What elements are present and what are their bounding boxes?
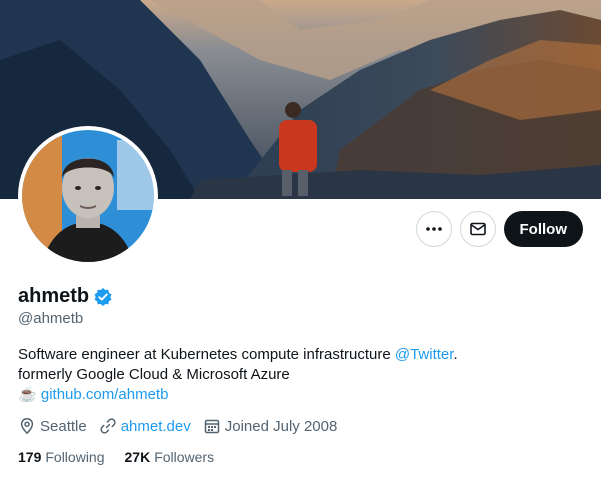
location-item: Seattle xyxy=(18,417,87,435)
more-icon xyxy=(425,227,442,231)
mail-icon xyxy=(469,222,486,236)
link-icon xyxy=(100,418,116,434)
website-link[interactable]: ahmet.dev xyxy=(121,418,191,435)
location-text: Seattle xyxy=(40,417,87,435)
coffee-emoji-icon: ☕ xyxy=(18,386,37,403)
calendar-icon xyxy=(204,419,219,434)
follow-button[interactable]: Follow xyxy=(503,211,583,247)
avatar-image xyxy=(22,130,154,262)
profile-handle: @ahmetb xyxy=(18,310,84,327)
profile-bio: Software engineer at Kubernetes compute … xyxy=(18,345,578,405)
joined-item: Joined July 2008 xyxy=(203,417,338,435)
joined-text: Joined July 2008 xyxy=(224,417,338,435)
verified-badge-icon[interactable] xyxy=(93,287,113,307)
following-link[interactable]: 179 Following xyxy=(18,449,105,465)
bio-line-1: Software engineer at Kubernetes compute … xyxy=(18,345,578,365)
profile-meta: Seattle ahmet.dev Joined July 2008 xyxy=(18,417,349,435)
followers-link[interactable]: 27K Followers xyxy=(125,449,215,465)
following-label: Following xyxy=(45,449,105,465)
location-pin-icon xyxy=(20,418,34,435)
github-link[interactable]: github.com/ahmetb xyxy=(41,386,169,403)
message-button[interactable] xyxy=(459,211,496,247)
bio-line-3: ☕ github.com/ahmetb xyxy=(18,385,578,405)
profile-name-row: ahmetb xyxy=(18,285,113,308)
bio-line-2: formerly Google Cloud & Microsoft Azure xyxy=(18,366,290,383)
website-item: ahmet.dev xyxy=(99,417,191,435)
bio-text: Software engineer at Kubernetes compute … xyxy=(18,346,395,363)
profile-actions: Follow xyxy=(415,211,583,247)
followers-count: 27K xyxy=(124,449,151,465)
profile-stats: 179 Following 27K Followers xyxy=(18,449,234,465)
mention-link[interactable]: @Twitter xyxy=(395,346,454,363)
more-button[interactable] xyxy=(415,211,452,247)
profile-avatar[interactable] xyxy=(18,126,158,266)
bio-text-end: . xyxy=(453,346,458,363)
followers-label: Followers xyxy=(154,449,215,465)
following-count: 179 xyxy=(18,449,42,465)
display-name: ahmetb xyxy=(18,285,90,307)
